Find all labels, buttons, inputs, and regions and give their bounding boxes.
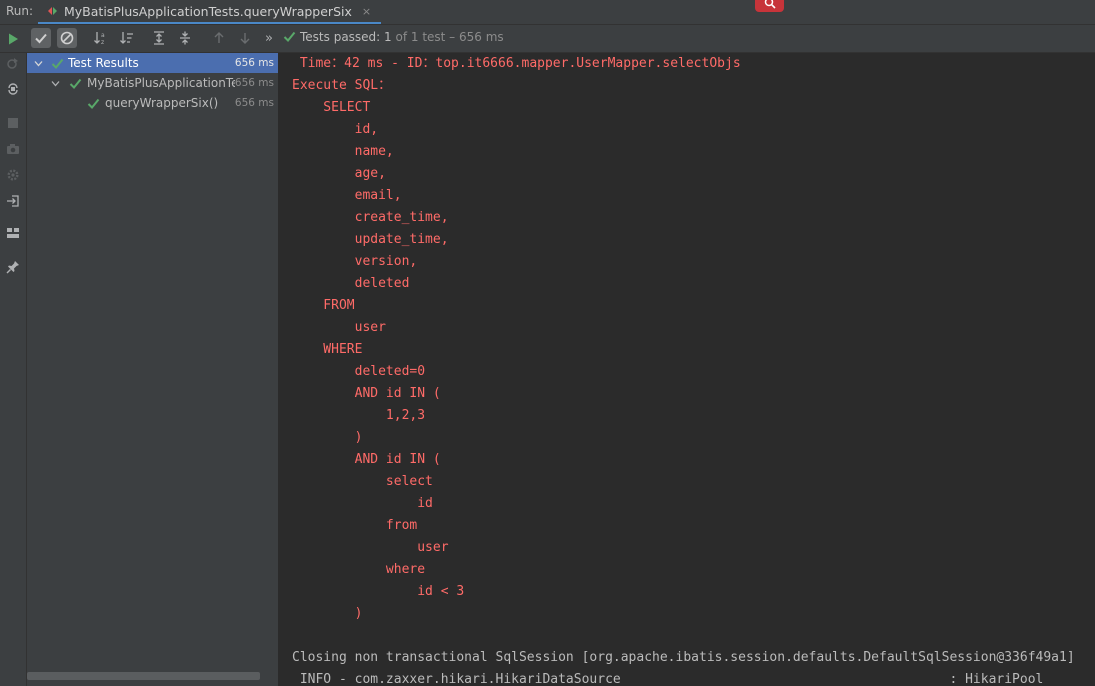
next-failed-button[interactable] [235, 28, 255, 48]
console-line: INFO - com.zaxxer.hikari.HikariDataSourc… [292, 672, 1044, 686]
console-line: deleted=0 [292, 364, 426, 379]
console-line: user [292, 540, 449, 555]
console-line: FROM [292, 298, 355, 313]
layout-button[interactable] [5, 225, 21, 241]
sort-alpha-icon: az [94, 32, 105, 46]
close-tab-icon[interactable]: × [362, 5, 371, 18]
passed-check-icon [51, 58, 64, 69]
rerun-failed-button[interactable] [5, 55, 21, 71]
console-line: Time：42 ms - ID：top.it6666.mapper.UserMa… [292, 56, 741, 71]
chevron-down-icon[interactable] [34, 59, 43, 68]
sort-alphabetically-button[interactable]: az [91, 28, 111, 48]
tree-item-label: queryWrapperSix() [105, 96, 219, 110]
svg-text:z: z [101, 39, 104, 46]
tree-item-test-results[interactable]: Test Results 656 ms [27, 53, 278, 73]
tree-horizontal-scrollbar[interactable] [27, 672, 260, 680]
console-line: 1,2,3 [292, 408, 426, 423]
console-text: Time：42 ms - ID：top.it6666.mapper.UserMa… [292, 53, 1075, 686]
passed-check-icon [283, 31, 296, 42]
test-status: Tests passed: 1 of 1 test – 656 ms [300, 30, 504, 44]
more-actions-button[interactable]: » [259, 28, 279, 48]
console-line: user [292, 320, 386, 335]
console-line: select [292, 474, 433, 489]
status-rest: of 1 test – 656 ms [391, 30, 504, 44]
ignored-icon [60, 31, 74, 45]
tree-item-label: MyBatisPlusApplicationTe [87, 76, 235, 90]
test-toolbar: az » Tests passed: 1 of 1 test – 656 ms [0, 25, 1095, 53]
collapse-all-icon [180, 31, 190, 45]
rerun-button[interactable] [5, 31, 21, 47]
tree-item-duration: 656 ms [234, 77, 274, 89]
test-results-tree: Test Results 656 ms MyBatisPlusApplicati… [27, 53, 279, 686]
console-line: email, [292, 188, 402, 203]
stop-button[interactable] [5, 115, 21, 131]
console-line: WHERE [292, 342, 363, 357]
export-button[interactable] [5, 193, 21, 209]
console-line: create_time, [292, 210, 449, 225]
expand-all-icon [154, 31, 164, 45]
test-run-icon [48, 6, 58, 16]
toggle-auto-test-button[interactable] [5, 81, 21, 97]
tree-item-test-class[interactable]: MyBatisPlusApplicationTe 656 ms [27, 73, 278, 93]
search-badge[interactable] [755, 0, 784, 12]
sort-duration-icon [120, 32, 133, 44]
console-line: age, [292, 166, 386, 181]
console-line: SELECT [292, 100, 371, 115]
tree-item-duration: 656 ms [234, 97, 274, 109]
console-line: update_time, [292, 232, 449, 247]
console-line: ) [292, 606, 363, 621]
stop-icon [8, 118, 18, 128]
console-line: Closing non transactional SqlSession [or… [292, 650, 1075, 665]
console-line: id, [292, 122, 379, 137]
expand-all-button[interactable] [149, 28, 169, 48]
console-line: AND id IN ( [292, 386, 441, 401]
console-output[interactable]: Time：42 ms - ID：top.it6666.mapper.UserMa… [279, 53, 1095, 686]
play-icon [9, 33, 18, 45]
settings-button[interactable] [5, 167, 21, 183]
status-prefix: Tests passed: [300, 30, 385, 44]
console-line: from [292, 518, 418, 533]
tree-item-test-method[interactable]: queryWrapperSix() 656 ms [27, 93, 278, 113]
tree-item-duration: 656 ms [234, 57, 274, 69]
chevron-down-icon[interactable] [51, 79, 60, 88]
status-passed-count: 1 [384, 30, 392, 44]
run-tab[interactable]: MyBatisPlusApplicationTests.queryWrapper… [38, 0, 382, 24]
previous-failed-button[interactable] [209, 28, 229, 48]
pin-icon [6, 261, 19, 274]
pin-tab-button[interactable] [5, 259, 21, 275]
camera-icon [7, 144, 19, 154]
console-line: id [292, 496, 433, 511]
console-line: where [292, 562, 426, 577]
console-line: Execute SQL： [292, 78, 392, 93]
console-line: name, [292, 144, 394, 159]
gear-icon [7, 169, 19, 181]
rerun-failed-icon [7, 58, 18, 69]
dump-threads-button[interactable] [5, 141, 21, 157]
sort-by-duration-button[interactable] [117, 28, 137, 48]
passed-check-icon [87, 98, 100, 109]
passed-check-icon [69, 78, 82, 89]
show-ignored-button[interactable] [57, 28, 77, 48]
run-label: Run: [6, 4, 34, 18]
collapse-all-button[interactable] [175, 28, 195, 48]
console-line: deleted [292, 276, 410, 291]
console-line: version, [292, 254, 418, 269]
run-actions-strip [0, 33, 27, 686]
auto-test-icon [8, 83, 18, 95]
arrow-up-icon [214, 32, 224, 43]
console-line: ) [292, 430, 363, 445]
run-tab-title: MyBatisPlusApplicationTests.queryWrapper… [64, 3, 352, 19]
layout-icon [7, 228, 19, 238]
tree-item-label: Test Results [68, 56, 139, 70]
console-line: AND id IN ( [292, 452, 441, 467]
svg-text:a: a [101, 32, 105, 39]
console-line: id < 3 [292, 584, 465, 599]
arrow-down-icon [240, 33, 250, 44]
search-icon [764, 0, 776, 9]
exit-icon [7, 195, 19, 207]
show-passed-button[interactable] [31, 28, 51, 48]
check-icon [35, 33, 47, 44]
run-tab-bar: Run: MyBatisPlusApplicationTests.queryWr… [0, 0, 1095, 25]
